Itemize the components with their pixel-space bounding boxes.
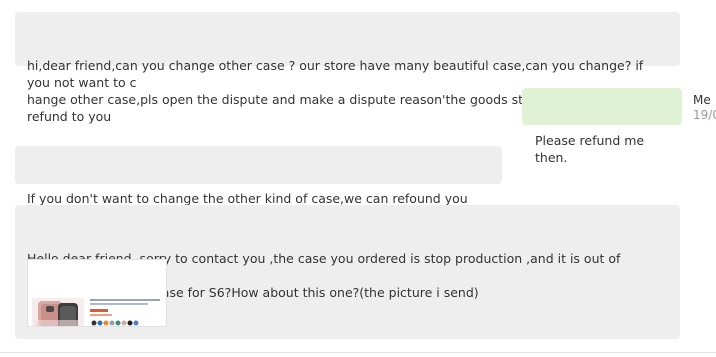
message-text: Please refund me then. xyxy=(535,133,649,165)
product-thumbnail-image xyxy=(28,294,166,326)
incoming-message-bubble: hi,dear friend,can you change other case… xyxy=(15,12,680,124)
message-meta: Me 19/0 xyxy=(693,93,716,123)
incoming-message-bubble: If you don't want to change the other ki… xyxy=(15,146,502,223)
outgoing-message-bubble: Please refund me then. xyxy=(522,88,682,165)
message-timestamp: 19/0 xyxy=(693,108,716,122)
incoming-message-bubble: Hello,dear friend ,sorry to contact you … xyxy=(15,205,680,339)
divider xyxy=(0,352,716,353)
chat-conversation: hi,dear friend,can you change other case… xyxy=(0,0,716,357)
sender-name: Me xyxy=(693,93,711,107)
product-image-attachment[interactable] xyxy=(27,259,167,327)
